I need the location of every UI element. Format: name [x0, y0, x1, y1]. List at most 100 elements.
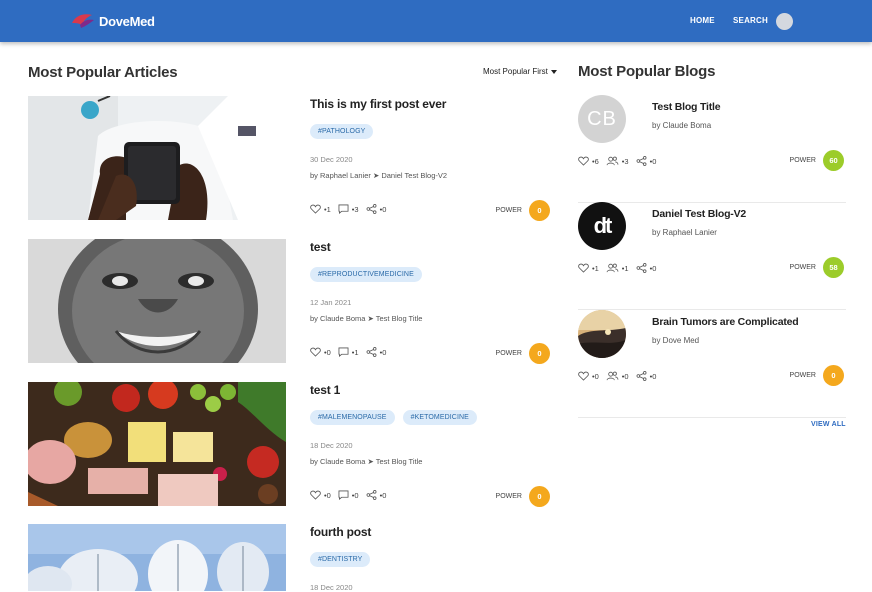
share-stat[interactable]: •0	[366, 204, 387, 214]
article-image-doctor-phone[interactable]	[28, 96, 286, 220]
blog-card: dt Daniel Test Blog-V2 by Raphael Lanier…	[578, 202, 846, 310]
share-stat[interactable]: •0	[636, 156, 657, 166]
blog-card: Brain Tumors are Complicated by Dove Med…	[578, 310, 846, 418]
followers-stat[interactable]: •0	[606, 371, 629, 381]
blog-title[interactable]: Brain Tumors are Complicated	[652, 316, 799, 328]
articles-section-title: Most Popular Articles	[28, 64, 178, 81]
article-byline: by Claude Boma ➤ Test Blog Title	[310, 314, 423, 323]
blog-avatar[interactable]: dt	[578, 202, 626, 250]
tag-reproductivemedicine[interactable]: #REPRODUCTIVEMEDICINE	[310, 267, 422, 282]
blog-avatar[interactable]	[578, 310, 626, 358]
blog-avatar[interactable]: CB	[578, 95, 626, 143]
blog-title[interactable]: Test Blog Title	[652, 101, 721, 113]
nav-home-link[interactable]: HOME	[690, 16, 715, 25]
comment-stat[interactable]: •3	[338, 204, 359, 214]
dove-icon	[72, 14, 94, 28]
followers-count: •1	[621, 263, 629, 273]
like-stat[interactable]: •0	[310, 347, 331, 357]
power-badge: 0	[529, 343, 550, 364]
dovemed-logo[interactable]: DoveMed	[70, 10, 155, 32]
share-count: •0	[379, 490, 387, 500]
nav-search-link[interactable]: SEARCH	[733, 16, 768, 25]
power-badge: 0	[529, 486, 550, 507]
comment-stat[interactable]: •0	[338, 490, 359, 500]
power-score: POWER 0	[790, 365, 844, 386]
logo-text: DoveMed	[99, 13, 155, 29]
share-stat[interactable]: •0	[636, 263, 657, 273]
article-image-food[interactable]	[28, 382, 286, 506]
power-label: POWER	[789, 157, 816, 164]
sort-dropdown[interactable]: Most Popular First	[483, 67, 557, 76]
power-score: POWER 0	[496, 486, 550, 507]
power-badge: 0	[529, 200, 550, 221]
power-label: POWER	[789, 372, 816, 379]
share-icon	[636, 156, 647, 166]
article-stats: •0 •0 •0	[310, 490, 386, 500]
article-byline: by Claude Boma ➤ Test Blog Title	[310, 457, 423, 466]
share-count: •0	[649, 263, 657, 273]
followers-stat[interactable]: •1	[606, 263, 629, 273]
article-date: 30 Dec 2020	[310, 155, 353, 164]
comment-icon	[338, 490, 349, 500]
blog-title[interactable]: Daniel Test Blog-V2	[652, 208, 746, 220]
article-card: fourth post #DENTISTRY 18 Dec 2020	[28, 524, 560, 592]
article-tags: #PATHOLOGY	[310, 124, 374, 139]
tag-pathology[interactable]: #PATHOLOGY	[310, 124, 374, 139]
tag-ketomedicine[interactable]: #KETOMEDICINE	[402, 410, 477, 425]
power-badge: 58	[823, 257, 844, 278]
article-image-winter-trees[interactable]	[28, 524, 286, 591]
like-count: •0	[324, 490, 331, 500]
followers-count: •0	[621, 371, 629, 381]
share-icon	[636, 371, 647, 381]
blog-byline: by Dove Med	[652, 336, 700, 345]
blog-byline: by Raphael Lanier	[652, 228, 717, 237]
power-label: POWER	[495, 207, 522, 214]
article-title[interactable]: test 1	[310, 383, 340, 397]
like-stat[interactable]: •0	[310, 490, 331, 500]
share-icon	[366, 490, 377, 500]
power-label: POWER	[495, 350, 522, 357]
heart-icon	[310, 490, 321, 500]
avatar-initials: dt	[593, 213, 613, 238]
article-stats: •1 •3 •0	[310, 204, 386, 214]
tag-malemenopause[interactable]: #MALEMENOPAUSE	[310, 410, 395, 425]
article-card: test #REPRODUCTIVEMEDICINE 12 Jan 2021 b…	[28, 239, 560, 365]
heart-icon	[578, 156, 589, 166]
comment-stat[interactable]: •1	[338, 347, 359, 357]
view-all-link[interactable]: VIEW ALL	[811, 421, 846, 428]
tag-dentistry[interactable]: #DENTISTRY	[310, 552, 371, 567]
share-icon	[636, 263, 647, 273]
article-byline: by Raphael Lanier ➤ Daniel Test Blog-V2	[310, 171, 448, 180]
power-badge: 60	[823, 150, 844, 171]
share-icon	[366, 204, 377, 214]
like-stat[interactable]: •1	[578, 263, 599, 273]
share-stat[interactable]: •0	[636, 371, 657, 381]
comment-count: •3	[351, 204, 359, 214]
like-stat[interactable]: •6	[578, 156, 599, 166]
heart-icon	[310, 204, 321, 214]
share-count: •0	[649, 371, 657, 381]
share-icon	[366, 347, 377, 357]
like-stat[interactable]: •0	[578, 371, 599, 381]
like-stat[interactable]: •1	[310, 204, 331, 214]
comment-icon	[338, 204, 349, 214]
article-image-smiling-man[interactable]	[28, 239, 286, 363]
user-avatar[interactable]	[776, 13, 793, 30]
article-title[interactable]: test	[310, 240, 331, 254]
power-label: POWER	[789, 264, 816, 271]
followers-stat[interactable]: •3	[606, 156, 629, 166]
share-count: •0	[379, 204, 387, 214]
blog-stats: •1 •1 •0	[578, 263, 656, 273]
share-count: •0	[649, 156, 657, 166]
avatar-initials: CB	[587, 107, 617, 130]
share-stat[interactable]: •0	[366, 347, 387, 357]
blogs-section-title: Most Popular Blogs	[578, 63, 716, 80]
users-icon	[606, 263, 619, 273]
share-count: •0	[379, 347, 387, 357]
share-stat[interactable]: •0	[366, 490, 387, 500]
comment-count: •0	[351, 490, 359, 500]
article-title[interactable]: This is my first post ever	[310, 97, 446, 111]
article-tags: #DENTISTRY	[310, 552, 371, 567]
users-icon	[606, 156, 619, 166]
article-title[interactable]: fourth post	[310, 525, 371, 539]
